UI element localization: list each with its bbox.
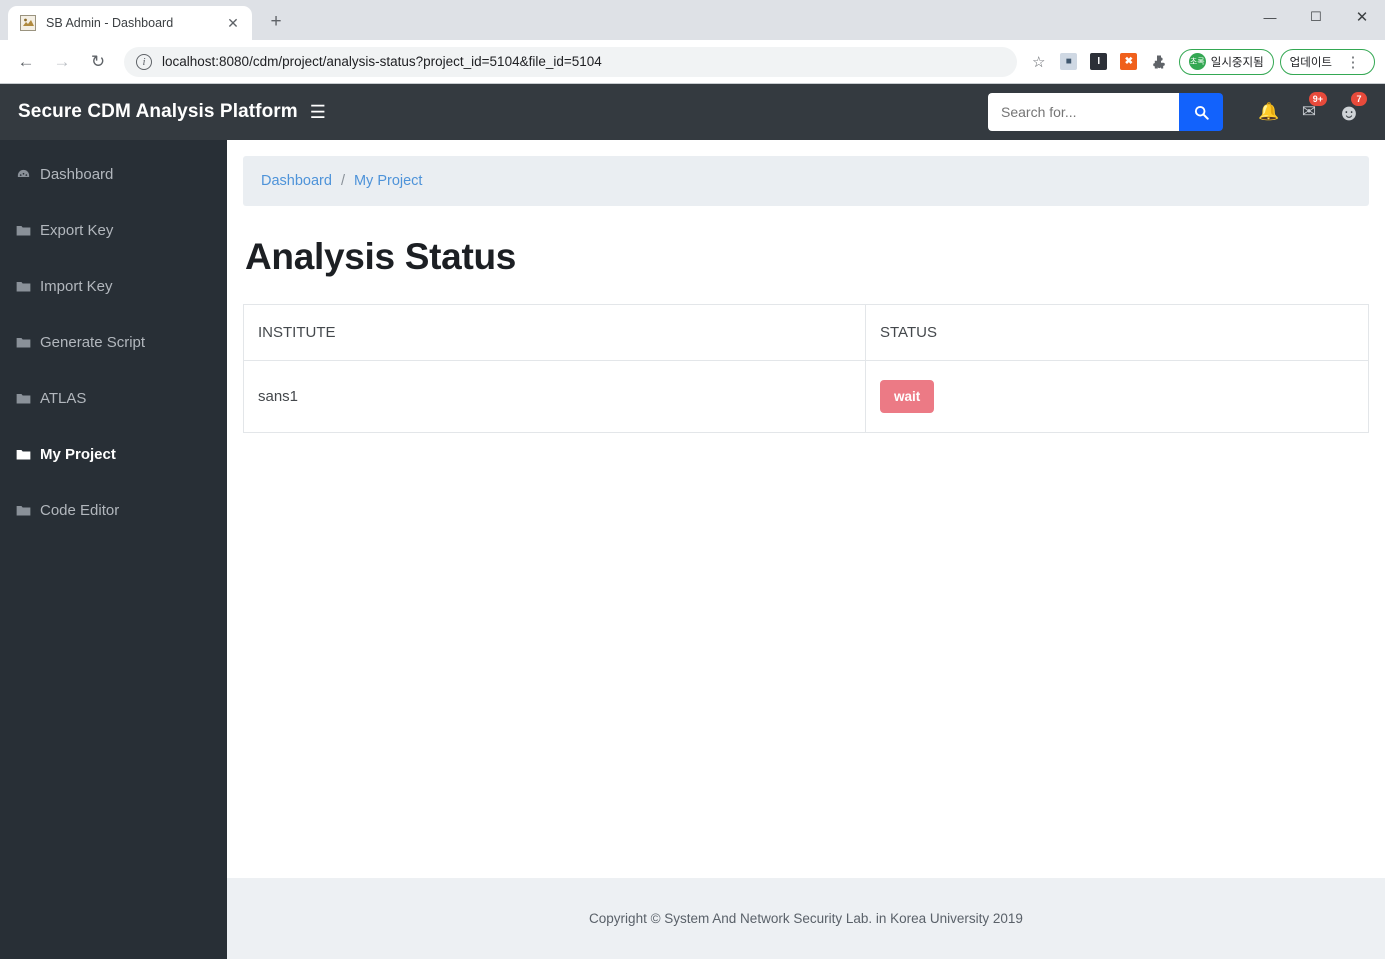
window-controls: — ☐ ✕ [1247,0,1385,40]
window-minimize-button[interactable]: — [1247,0,1293,34]
analysis-status-table: INSTITUTE STATUS sans1 wait [243,304,1369,433]
content-column: Dashboard / My Project Analysis Status I… [227,140,1385,959]
notifications-bell-button[interactable]: 🔔 [1249,92,1289,132]
breadcrumb: Dashboard / My Project [243,156,1369,206]
table-row: sans1 wait [243,360,1369,433]
update-pill[interactable]: 업데이트 ⋮ [1279,48,1375,75]
address-bar[interactable]: i localhost:8080/cdm/project/analysis-st… [124,46,1017,77]
tachometer-icon [16,167,38,182]
messages-button[interactable]: ✉ 9+ [1289,92,1329,132]
sidebar-item-label: Dashboard [40,165,114,183]
sidebar-item-code-editor[interactable]: Code Editor [0,490,227,530]
app-body: Dashboard Export Key Import Key Generate… [0,140,1385,959]
browser-tabstrip: SB Admin - Dashboard ✕ + — ☐ ✕ [0,0,1385,40]
sidebar-item-label: Generate Script [40,333,146,351]
web-application: Secure CDM Analysis Platform ☰ 🔔 ✉ 9+ [0,84,1385,959]
blocker-extension-icon[interactable]: ✖ [1115,48,1143,76]
pause-pill-label: 일시중지됨 [1210,56,1264,69]
folder-icon [16,336,38,349]
folder-icon [16,280,38,293]
page-footer: Copyright © System And Network Security … [227,878,1385,959]
footer-copyright-text: Copyright © System And Network Security … [589,911,1023,926]
tab-close-icon[interactable]: ✕ [222,12,244,34]
sidebar-item-label: ATLAS [40,389,87,407]
browser-toolbar: ← → ↻ i localhost:8080/cdm/project/analy… [0,40,1385,84]
new-tab-button[interactable]: + [262,8,290,36]
sidebar-item-label: Import Key [40,277,113,295]
bookmark-star-icon[interactable]: ☆ [1025,48,1053,76]
back-icon[interactable]: ← [10,46,42,78]
browser-tab-title: SB Admin - Dashboard [46,16,174,30]
table-body: sans1 wait [243,360,1369,433]
status-badge-wait[interactable]: wait [880,379,935,414]
sidebar-item-label: Code Editor [40,501,120,519]
update-pill-label: 업데이트 [1289,56,1332,69]
breadcrumb-item-dashboard[interactable]: Dashboard [261,173,332,189]
sidebar-item-my-project[interactable]: My Project [0,434,227,474]
breadcrumb-item-my-project[interactable]: My Project [354,173,423,189]
reload-icon[interactable]: ↻ [82,46,114,78]
app-brand-title: Secure CDM Analysis Platform [18,101,298,122]
sidebar-item-import-key[interactable]: Import Key [0,266,227,306]
sidebar-item-export-key[interactable]: Export Key [0,210,227,250]
pause-pill-badge: 초록 [1188,53,1206,70]
browser-menu-kebab-icon[interactable]: ⋮ [1341,49,1365,75]
sidebar-item-dashboard[interactable]: Dashboard [0,154,227,194]
image-extension-icon[interactable]: ■ [1055,48,1083,76]
hamburger-icon[interactable]: ☰ [310,102,326,123]
sidebar-item-atlas[interactable]: ATLAS [0,378,227,418]
column-header-institute: INSTITUTE [243,304,866,361]
search-button[interactable] [1179,93,1223,131]
app-topbar: Secure CDM Analysis Platform ☰ 🔔 ✉ 9+ [0,84,1385,140]
search-input[interactable] [988,93,1179,131]
topbar-right-group: 🔔 ✉ 9+ ☻ 7 [988,92,1369,132]
browser-tab[interactable]: SB Admin - Dashboard ✕ [8,6,252,40]
cell-status: wait [865,360,1369,433]
alerts-badge: 7 [1351,92,1367,106]
page-title: Analysis Status [245,236,517,277]
window-maximize-button[interactable]: ☐ [1293,0,1339,34]
table-header: INSTITUTE STATUS [243,304,1369,361]
site-favicon-icon [20,15,36,31]
messages-badge: 9+ [1308,92,1327,106]
browser-chrome: SB Admin - Dashboard ✕ + — ☐ ✕ ← → ↻ i l… [0,0,1385,84]
browser-toolbar-icons: ☆ ■ I ✖ 초록 일시중지됨 업데이트 ⋮ [1025,48,1375,76]
sidebar-nav: Dashboard Export Key Import Key Generate… [0,140,227,959]
bell-icon: 🔔 [1258,102,1280,121]
folder-icon [16,224,38,237]
main-content: Dashboard / My Project Analysis Status I… [227,140,1385,878]
folder-icon [16,392,38,405]
search-form [988,93,1223,131]
sidebar-item-label: Export Key [40,221,114,239]
table-header-row: INSTITUTE STATUS [243,304,1369,361]
forward-icon[interactable]: → [46,46,78,78]
folder-icon [16,504,38,517]
window-close-button[interactable]: ✕ [1339,0,1385,34]
column-header-status: STATUS [865,304,1369,361]
pause-extension-pill[interactable]: 초록 일시중지됨 [1178,48,1274,75]
user-menu-button[interactable]: ☻ 7 [1329,92,1369,132]
site-info-icon[interactable]: i [136,53,152,70]
cell-institute: sans1 [243,360,866,433]
sidebar-item-label: My Project [40,445,116,463]
puzzle-extension-icon[interactable] [1145,48,1173,76]
reader-extension-icon[interactable]: I [1085,48,1113,76]
sidebar-item-generate-script[interactable]: Generate Script [0,322,227,362]
folder-open-icon [16,448,38,461]
address-bar-url: localhost:8080/cdm/project/analysis-stat… [162,54,602,69]
breadcrumb-separator: / [340,173,345,189]
search-icon [1194,105,1209,120]
